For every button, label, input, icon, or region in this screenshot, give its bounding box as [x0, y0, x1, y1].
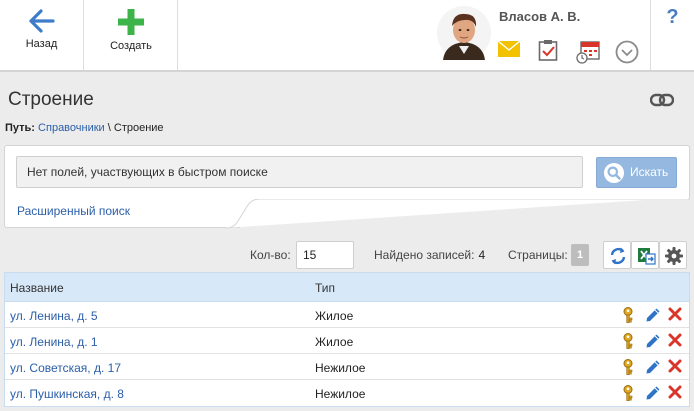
avatar[interactable]	[437, 6, 491, 60]
calendar-clock-icon[interactable]	[576, 40, 600, 64]
close-icon[interactable]	[668, 333, 682, 347]
clipboard-check-icon[interactable]	[538, 39, 558, 61]
pencil-icon[interactable]	[645, 385, 661, 401]
close-icon[interactable]	[668, 359, 682, 373]
count-select[interactable]: 15	[296, 241, 643, 269]
help-button[interactable]: ?	[651, 6, 694, 29]
key-icon[interactable]	[622, 385, 634, 401]
row-type: Жилое	[315, 335, 354, 349]
row-type: Жилое	[315, 309, 354, 323]
breadcrumb-current: Строение	[113, 122, 164, 134]
records-found-label: Найдено записей:	[374, 248, 475, 262]
breadcrumb: Путь: Справочники \ Строение	[5, 122, 164, 134]
row-name-link[interactable]: ул. Советская, д. 17	[10, 361, 121, 375]
close-icon[interactable]	[668, 385, 682, 399]
column-header-name[interactable]: Название	[10, 281, 64, 295]
plus-icon	[118, 9, 144, 35]
table-row[interactable]: ул. Ленина, д. 1 Жилое	[5, 328, 689, 354]
key-icon[interactable]	[622, 307, 634, 323]
count-value: 15	[303, 248, 317, 262]
records-found: Найдено записей: 4	[374, 248, 485, 262]
records-found-value: 4	[478, 248, 486, 262]
chain-link-icon[interactable]	[650, 93, 674, 107]
table-row[interactable]: ул. Советская, д. 17 Нежилое	[5, 354, 689, 380]
magnifier-icon	[604, 163, 624, 183]
count-label: Кол-во:	[250, 248, 291, 262]
create-label: Создать	[110, 40, 152, 52]
page-button-1[interactable]: 1	[571, 244, 589, 266]
page-title: Строение	[8, 89, 94, 110]
arrow-left-icon	[28, 9, 55, 33]
refresh-icon	[610, 247, 626, 265]
settings-button[interactable]	[659, 241, 687, 269]
refresh-button[interactable]	[603, 241, 631, 269]
pencil-icon[interactable]	[645, 307, 661, 323]
pages-label: Страницы:	[508, 248, 568, 262]
table-row[interactable]: ул. Пушкинская, д. 8 Нежилое	[5, 380, 689, 406]
key-icon[interactable]	[622, 359, 634, 375]
breadcrumb-separator: \	[107, 122, 111, 134]
back-label: Назад	[25, 38, 58, 50]
export-excel-button[interactable]	[631, 241, 659, 269]
gear-icon	[665, 247, 683, 265]
pencil-icon[interactable]	[645, 333, 661, 349]
row-name-link[interactable]: ул. Пушкинская, д. 8	[10, 387, 124, 401]
row-name-link[interactable]: ул. Ленина, д. 5	[10, 309, 98, 323]
quick-search-input[interactable]: Нет полей, участвующих в быстром поиске	[16, 156, 583, 188]
records-table: Название Тип ул. Ленина, д. 5 Жилое ул. …	[4, 272, 690, 407]
breadcrumb-label: Путь:	[5, 122, 35, 134]
table-header: Название Тип	[5, 273, 689, 302]
close-icon[interactable]	[668, 307, 682, 321]
advanced-search-link[interactable]: Расширенный поиск	[17, 204, 130, 218]
search-button-label: Искать	[630, 165, 669, 179]
create-button[interactable]: Создать	[85, 0, 178, 70]
row-type: Нежилое	[315, 387, 366, 401]
pencil-icon[interactable]	[645, 359, 661, 375]
chevron-circle-down-icon[interactable]	[615, 40, 639, 64]
top-toolbar: Назад Создать Власов А. В. ?	[0, 0, 694, 72]
row-name-link[interactable]: ул. Ленина, д. 1	[10, 335, 98, 349]
breadcrumb-link[interactable]: Справочники	[38, 122, 105, 134]
search-button[interactable]: Искать	[596, 157, 677, 188]
table-row[interactable]: ул. Ленина, д. 5 Жилое	[5, 302, 689, 328]
row-type: Нежилое	[315, 361, 366, 375]
search-panel-edge	[226, 199, 690, 229]
user-name[interactable]: Власов А. В.	[499, 9, 580, 24]
back-button[interactable]: Назад	[0, 0, 84, 70]
key-icon[interactable]	[622, 333, 634, 349]
column-header-type[interactable]: Тип	[315, 281, 335, 295]
excel-export-icon	[638, 248, 656, 265]
mail-icon[interactable]	[498, 41, 520, 57]
table-body: ул. Ленина, д. 5 Жилое ул. Ленина, д. 1 …	[5, 302, 689, 406]
